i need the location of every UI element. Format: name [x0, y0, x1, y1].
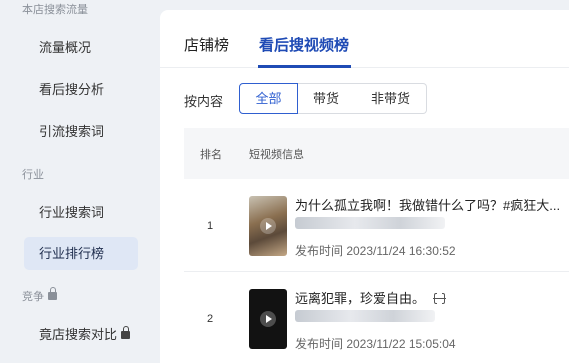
play-icon [260, 311, 276, 327]
tab-post-view-search-video-ranking[interactable]: 看后搜视频榜 [259, 34, 349, 55]
table-header: 排名 短视频信息 [184, 128, 569, 179]
column-header-video-info: 短视频信息 [249, 149, 304, 161]
scan-icon[interactable] [433, 292, 447, 306]
sidebar-item-label: 行业排行榜 [39, 246, 105, 261]
sidebar-section-label: 竞争 [22, 291, 44, 303]
active-tab-indicator [258, 65, 351, 68]
sidebar: 本店搜索流量 流量概况 看后搜分析 引流搜索词 行业 行业搜索词 行业排行榜 竞… [0, 0, 160, 363]
video-author-blurred [295, 310, 435, 322]
rank-number: 2 [207, 313, 214, 325]
filter-without-goods-button[interactable]: 非带货 [355, 83, 427, 114]
sidebar-item-label: 看后搜分析 [39, 82, 105, 97]
sidebar-item-competitor-search-compare[interactable]: 竟店搜索对比 [24, 318, 138, 351]
video-thumbnail[interactable] [249, 289, 287, 349]
tab-store-ranking[interactable]: 店铺榜 [184, 34, 229, 55]
tab-bar: 店铺榜 看后搜视频榜 [160, 10, 569, 68]
sidebar-item-traffic-overview[interactable]: 流量概况 [24, 31, 138, 64]
main-panel: 店铺榜 看后搜视频榜 按内容 全部 带货 非带货 排名 短视频信息 1 为什么孤… [160, 10, 569, 363]
sidebar-section-label: 行业 [22, 169, 44, 181]
play-icon [260, 218, 276, 234]
content-filter-label: 按内容 [184, 94, 224, 109]
video-ranking-table: 排名 短视频信息 1 为什么孤立我啊！我做错什么了吗？#疯狂大... 发布时间 … [184, 128, 569, 363]
lock-icon [48, 287, 57, 301]
rank-number: 1 [207, 220, 214, 232]
sidebar-item-label: 引流搜索词 [39, 124, 105, 139]
video-publish-time: 发布时间 2023/11/24 16:30:52 [295, 244, 456, 258]
column-header-rank: 排名 [200, 149, 222, 161]
video-title-wrapper: 远离犯罪，珍爱自由。 [295, 288, 569, 307]
filter-all-button[interactable]: 全部 [239, 83, 298, 114]
sidebar-item-post-view-search[interactable]: 看后搜分析 [24, 73, 138, 106]
table-row[interactable]: 2 远离犯罪，珍爱自由。 发布时间 2023/11/22 15:05:04 [184, 272, 569, 363]
table-row[interactable]: 1 为什么孤立我啊！我做错什么了吗？#疯狂大... 发布时间 2023/11/2… [184, 179, 569, 272]
sidebar-section-industry: 行业 [22, 166, 44, 182]
sidebar-section-label: 本店搜索流量 [22, 4, 88, 16]
video-publish-time: 发布时间 2023/11/22 15:05:04 [295, 337, 456, 351]
sidebar-section-store-search-traffic: 本店搜索流量 [22, 1, 88, 17]
sidebar-item-industry-ranking[interactable]: 行业排行榜 [24, 237, 138, 270]
sidebar-item-label: 流量概况 [39, 40, 92, 55]
lock-icon [121, 325, 131, 339]
video-title[interactable]: 远离犯罪，珍爱自由。 [295, 291, 425, 306]
sidebar-item-label: 行业搜索词 [39, 205, 105, 220]
sidebar-section-competition: 竞争 [22, 287, 57, 304]
filter-with-goods-button[interactable]: 带货 [297, 83, 356, 114]
video-author-blurred [295, 217, 445, 229]
sidebar-item-industry-keywords[interactable]: 行业搜索词 [24, 196, 138, 229]
video-title[interactable]: 为什么孤立我啊！我做错什么了吗？#疯狂大... [295, 195, 569, 214]
sidebar-item-traffic-keywords[interactable]: 引流搜索词 [24, 115, 138, 148]
sidebar-item-label: 竟店搜索对比 [39, 327, 118, 342]
video-thumbnail[interactable] [249, 196, 287, 256]
